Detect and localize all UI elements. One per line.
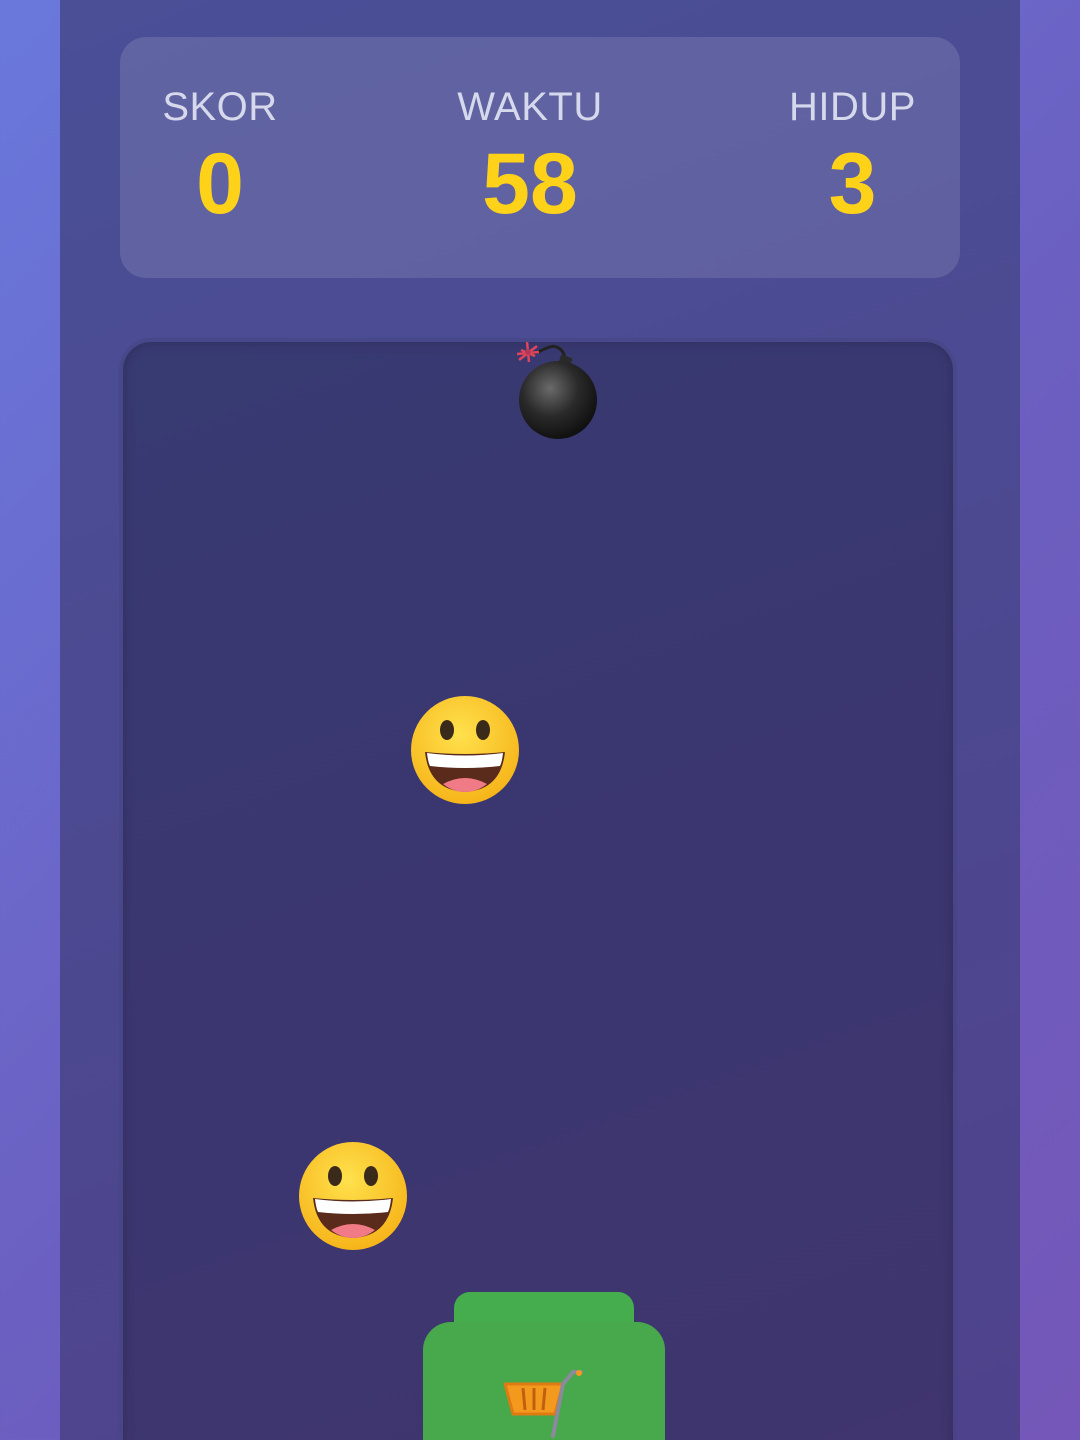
time-stat: WAKTU 58 xyxy=(440,37,620,278)
time-value: 58 xyxy=(482,136,578,232)
scoreboard: SKOR 0 WAKTU 58 HIDUP 3 xyxy=(120,37,960,278)
lives-stat: HIDUP 3 xyxy=(775,37,930,278)
bomb-icon xyxy=(503,342,603,450)
game-panel: SKOR 0 WAKTU 58 HIDUP 3 xyxy=(60,0,1020,1440)
score-label: SKOR xyxy=(162,85,278,129)
lives-label: HIDUP xyxy=(789,85,916,129)
score-stat: SKOR 0 xyxy=(140,37,300,278)
play-area[interactable] xyxy=(123,342,953,1440)
shopping-cart-icon xyxy=(501,1370,585,1440)
lives-value: 3 xyxy=(828,136,877,232)
player-basket[interactable] xyxy=(423,1292,665,1440)
score-value: 0 xyxy=(196,136,244,232)
grinning-face-icon xyxy=(295,1138,411,1254)
time-label: WAKTU xyxy=(457,85,603,129)
grinning-face-icon xyxy=(407,692,523,808)
